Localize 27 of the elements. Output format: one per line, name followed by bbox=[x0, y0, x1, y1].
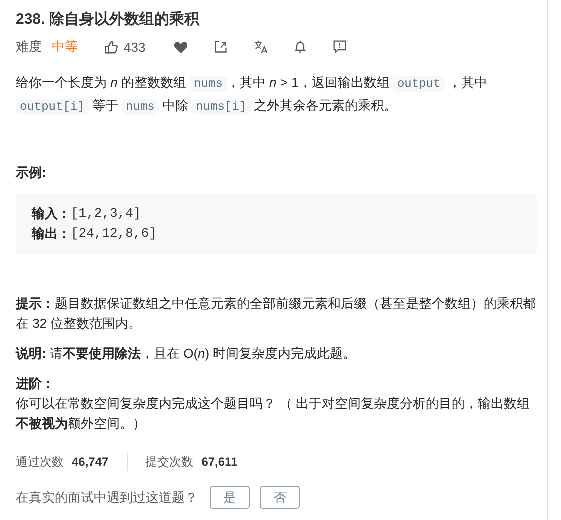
stat-value: 67,611 bbox=[202, 455, 238, 469]
answer-button[interactable]: 否 bbox=[260, 486, 300, 509]
note-paragraph: 说明: 请不要使用除法，且在 O(n) 时间复杂度内完成此题。 bbox=[16, 345, 358, 363]
example-value: [1,2,3,4] bbox=[71, 205, 142, 223]
comment-icon[interactable] bbox=[332, 40, 347, 54]
note-paragraph: 你可以在常数空间复杂度内完成这个题目吗？ （ 出于对空间复杂度分析的目的，输出数组不被视为额外空间。） bbox=[16, 395, 532, 433]
answer-button[interactable]: 是 bbox=[210, 486, 250, 509]
example-label: 输出： bbox=[32, 225, 71, 243]
problem-title: 238. 除自身以外数组的乘积 bbox=[16, 10, 201, 30]
note-paragraph: 提示：题目数据保证数组之中任意元素的全部前缀元素和后缀（甚至是整个数组）的乘积都在 32 位整数范围内。 bbox=[16, 295, 537, 333]
stat-label: 提交次数 bbox=[146, 454, 194, 470]
example-heading: 示例: bbox=[16, 164, 48, 182]
bell-icon[interactable] bbox=[294, 40, 307, 54]
example-value: [24,12,8,6] bbox=[71, 225, 157, 243]
feedback-question: 在真实的面试中遇到过这道题？ bbox=[16, 488, 198, 506]
example-label: 输入： bbox=[32, 205, 71, 223]
heart-icon[interactable] bbox=[174, 40, 188, 54]
like-button[interactable]: 433 bbox=[104, 40, 146, 54]
difficulty-value: 中等 bbox=[52, 38, 78, 56]
difficulty-label: 难度 bbox=[16, 38, 42, 56]
stat-value: 46,747 bbox=[72, 455, 109, 469]
share-icon[interactable] bbox=[214, 40, 228, 54]
thumbs-up-icon bbox=[104, 40, 119, 54]
translate-icon[interactable] bbox=[254, 40, 268, 54]
problem-description: 给你一个长度为 n 的整数数组 nums ，其中 n > 1，返回输出数组 output ，其中 output[i] 等于 nums 中除 nums[i] 之外其余各元素的乘积。 bbox=[16, 74, 488, 117]
section-heading: 进阶： bbox=[16, 375, 56, 393]
stat-label: 通过次数 bbox=[16, 454, 64, 470]
